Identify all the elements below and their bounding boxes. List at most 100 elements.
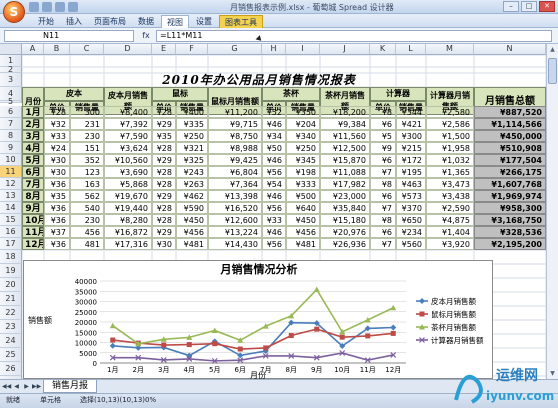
formula-input[interactable]: =L11*M11 — [156, 30, 552, 42]
data-cell[interactable]: ¥345 — [286, 154, 320, 166]
data-point[interactable] — [212, 341, 218, 347]
data-cell[interactable]: ¥3,690 — [104, 166, 152, 178]
data-point[interactable] — [288, 333, 294, 339]
data-cell[interactable]: ¥29 — [152, 226, 176, 238]
data-cell[interactable]: ¥7 — [370, 202, 396, 214]
data-cell[interactable]: ¥6 — [370, 190, 396, 202]
data-cell[interactable]: ¥400 — [176, 106, 208, 118]
data-cell[interactable]: ¥46 — [262, 226, 286, 238]
total-cell[interactable]: ¥450,000 — [474, 130, 546, 142]
series-line-2[interactable] — [112, 288, 394, 345]
data-cell[interactable]: ¥450 — [176, 214, 208, 226]
month-cell[interactable]: 5月 — [22, 154, 44, 166]
data-cell[interactable]: ¥3,473 — [426, 178, 474, 190]
data-cell[interactable]: ¥32 — [44, 118, 70, 130]
data-cell[interactable]: ¥17,316 — [104, 238, 152, 250]
column-header-I[interactable]: I — [286, 44, 320, 55]
data-cell[interactable]: ¥4,875 — [426, 214, 474, 226]
row-header-23[interactable]: 23 — [0, 320, 22, 334]
data-point[interactable] — [419, 311, 425, 317]
column-header-K[interactable]: K — [370, 44, 396, 55]
fx-icon[interactable]: fx — [140, 30, 152, 42]
row-header-9[interactable]: 9 — [0, 142, 22, 154]
data-cell[interactable]: ¥462 — [176, 190, 208, 202]
next-sheet-icon[interactable]: ▶ — [22, 382, 31, 391]
row-header-7[interactable]: 7 — [0, 118, 22, 130]
data-point[interactable] — [365, 333, 371, 339]
total-cell[interactable]: ¥1,607,768 — [474, 178, 546, 190]
data-cell[interactable]: ¥300 — [396, 130, 426, 142]
sheet-tab-active[interactable]: 销售月报 — [43, 380, 98, 393]
column-header-F[interactable]: F — [176, 44, 208, 55]
data-cell[interactable]: ¥8 — [370, 178, 396, 190]
row-header-14[interactable]: 14 — [0, 202, 22, 214]
data-cell[interactable]: ¥28 — [44, 106, 70, 118]
minimize-button[interactable]: – — [503, 1, 519, 12]
data-cell[interactable]: ¥28 — [152, 178, 176, 190]
data-cell[interactable]: ¥29 — [152, 190, 176, 202]
data-cell[interactable]: ¥1,365 — [426, 166, 474, 178]
data-point[interactable] — [313, 286, 320, 293]
data-point[interactable] — [314, 326, 320, 332]
data-cell[interactable]: ¥3,920 — [426, 238, 474, 250]
data-cell[interactable]: ¥28 — [152, 166, 176, 178]
data-cell[interactable]: ¥30 — [152, 238, 176, 250]
data-cell[interactable]: ¥10,560 — [104, 154, 152, 166]
data-cell[interactable]: ¥11,560 — [320, 130, 370, 142]
row-header-11[interactable]: 11 — [0, 166, 22, 178]
data-cell[interactable]: ¥26,936 — [320, 238, 370, 250]
data-cell[interactable]: ¥321 — [176, 142, 208, 154]
row-header-5[interactable]: 5 — [0, 98, 22, 106]
row-header-18[interactable]: 18 — [0, 250, 22, 264]
data-cell[interactable]: ¥3,624 — [104, 142, 152, 154]
data-cell[interactable]: ¥8 — [370, 106, 396, 118]
month-cell[interactable]: 2月 — [22, 118, 44, 130]
row-header-19[interactable]: 19 — [0, 264, 22, 278]
data-cell[interactable]: ¥11,088 — [320, 166, 370, 178]
row-header-16[interactable]: 16 — [0, 226, 22, 238]
column-header-B[interactable]: B — [44, 44, 70, 55]
data-cell[interactable]: ¥35,840 — [320, 202, 370, 214]
month-cell[interactable]: 10月 — [22, 214, 44, 226]
data-cell[interactable]: ¥350 — [286, 106, 320, 118]
row-header-12[interactable]: 12 — [0, 178, 22, 190]
data-point[interactable] — [390, 304, 397, 311]
data-cell[interactable]: ¥28 — [152, 202, 176, 214]
data-cell[interactable]: ¥1,958 — [426, 142, 474, 154]
data-point[interactable] — [237, 346, 243, 352]
data-cell[interactable]: ¥8,988 — [208, 142, 262, 154]
data-cell[interactable]: ¥56 — [262, 238, 286, 250]
data-cell[interactable]: ¥7,364 — [208, 178, 262, 190]
data-cell[interactable]: ¥11,200 — [208, 106, 262, 118]
column-header-J[interactable]: J — [320, 44, 370, 55]
data-point[interactable] — [263, 345, 269, 351]
data-cell[interactable]: ¥204 — [286, 118, 320, 130]
data-cell[interactable]: ¥481 — [176, 238, 208, 250]
data-cell[interactable]: ¥13,224 — [208, 226, 262, 238]
last-sheet-icon[interactable]: ▶▶ — [32, 382, 41, 391]
column-header-G[interactable]: G — [208, 44, 262, 55]
undo-icon[interactable] — [42, 2, 52, 12]
data-cell[interactable]: ¥456 — [286, 226, 320, 238]
data-cell[interactable]: ¥14,430 — [208, 238, 262, 250]
row-header-21[interactable]: 21 — [0, 292, 22, 306]
data-cell[interactable]: ¥2,586 — [426, 118, 474, 130]
data-cell[interactable]: ¥35 — [44, 190, 70, 202]
data-cell[interactable]: ¥335 — [176, 118, 208, 130]
data-cell[interactable]: ¥46 — [262, 190, 286, 202]
select-all-corner[interactable] — [0, 44, 22, 55]
data-cell[interactable]: ¥7 — [370, 238, 396, 250]
sheet-title[interactable]: 2010年办公用品月销售情况报表 — [44, 72, 474, 88]
scroll-thumb[interactable] — [548, 58, 557, 84]
data-point[interactable] — [390, 330, 396, 336]
month-cell[interactable]: 7月 — [22, 178, 44, 190]
data-cell[interactable]: ¥560 — [396, 238, 426, 250]
header-tea[interactable]: 茶杯 — [262, 87, 320, 101]
data-cell[interactable]: ¥33 — [44, 130, 70, 142]
data-point[interactable] — [109, 322, 116, 329]
month-cell[interactable]: 8月 — [22, 190, 44, 202]
data-cell[interactable]: ¥234 — [396, 226, 426, 238]
data-cell[interactable]: ¥340 — [286, 130, 320, 142]
scroll-down-icon[interactable]: ▼ — [548, 369, 557, 378]
data-cell[interactable]: ¥263 — [176, 178, 208, 190]
